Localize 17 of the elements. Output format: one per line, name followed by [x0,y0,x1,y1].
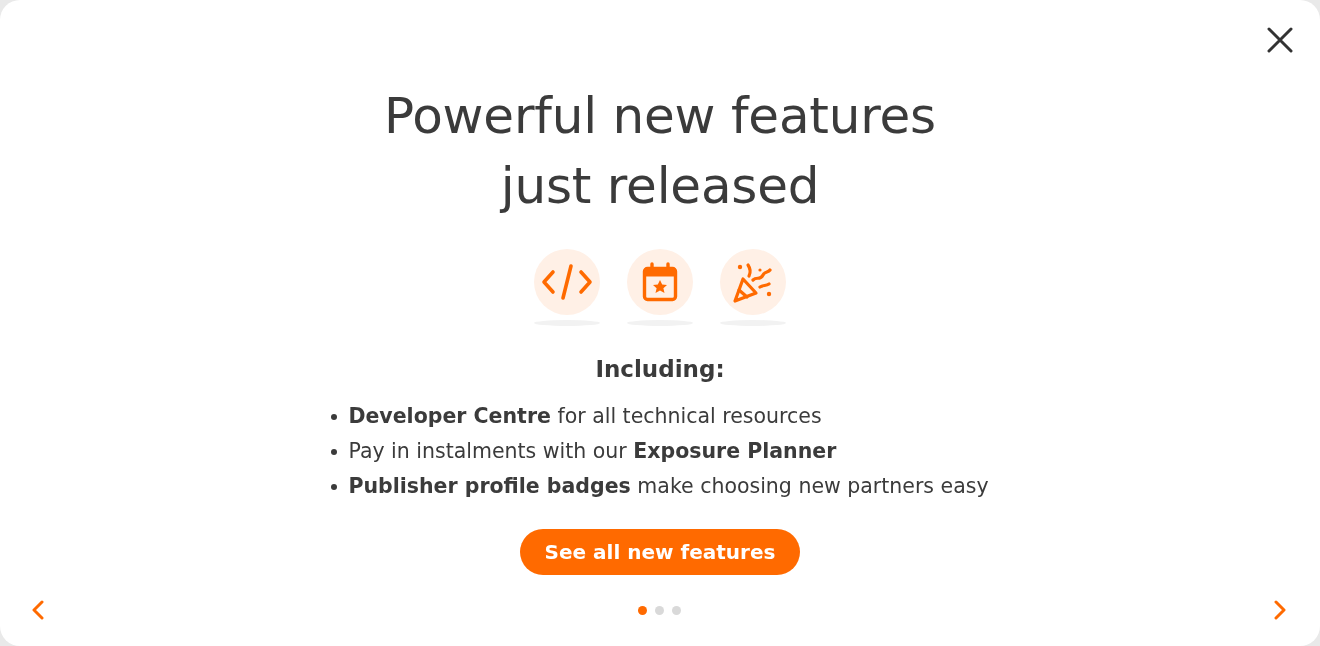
page-dot[interactable] [654,605,664,615]
feature-list-item: Publisher profile badges make choosing new partners easy [348,473,989,500]
modal-title: Powerful new features just released [383,86,937,217]
party-popper-icon [720,249,786,315]
list-heading: Including: [595,355,725,384]
code-icon [534,249,600,315]
chevron-right-icon [1274,600,1286,620]
bullet-icon [331,413,338,420]
see-all-features-button[interactable]: See all new features [519,529,801,575]
feature-list-item: Developer Centre for all technical resources [348,403,822,430]
feature-list-item: Pay in instalments with our Exposure Planner [348,438,837,465]
page-dot[interactable] [671,605,681,615]
close-icon [1267,27,1293,53]
chevron-left-icon [32,600,44,620]
page-dot[interactable] [637,605,647,615]
bullet-icon [331,448,338,455]
bullet-icon [331,483,338,490]
